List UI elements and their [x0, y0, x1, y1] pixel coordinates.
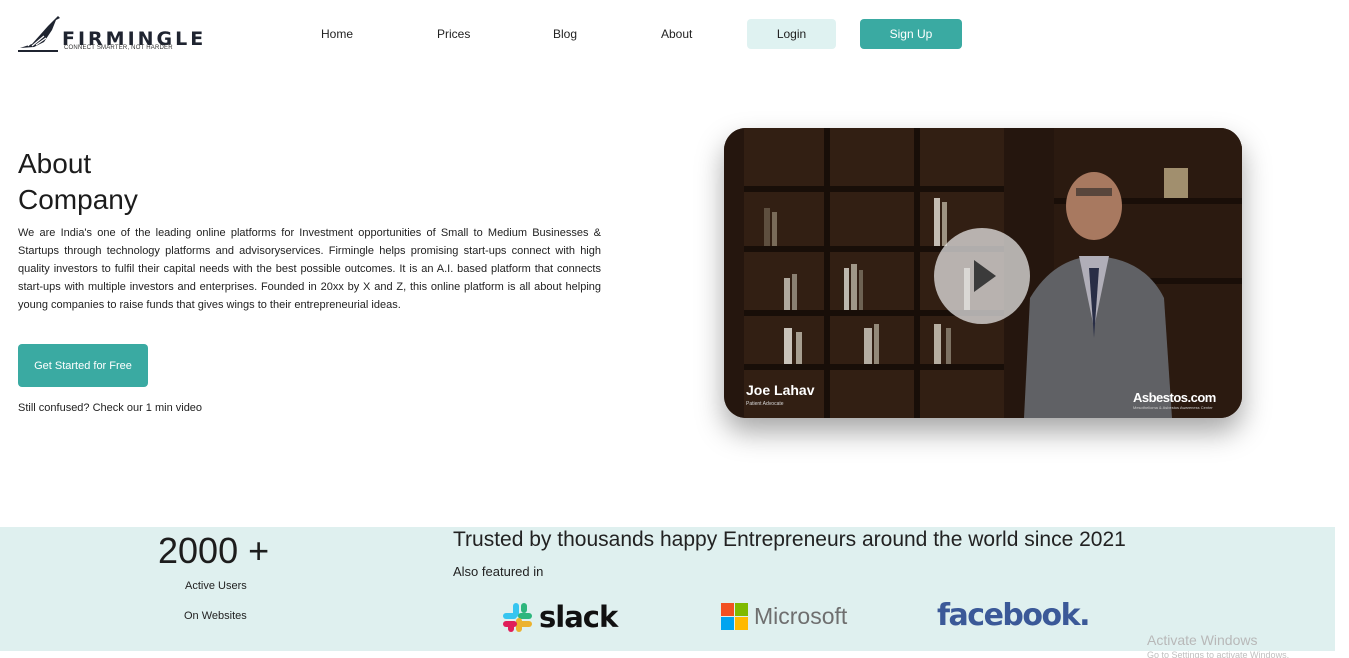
trusted-headline: Trusted by thousands happy Entrepreneurs… [453, 528, 1126, 551]
microsoft-logo: Microsoft [721, 603, 847, 630]
microsoft-wordmark: Microsoft [754, 603, 848, 629]
about-title-line2: Company [18, 184, 138, 215]
about-description: We are India's one of the leading online… [18, 227, 601, 311]
facebook-wordmark: facebook. [937, 598, 1090, 633]
brand-logo[interactable]: FIRMINGLE CONNECT SMARTER, NOT HARDER [18, 14, 208, 54]
video-hint-text: Still confused? Check our 1 min video [18, 402, 203, 414]
slack-wordmark: slack [539, 600, 618, 634]
microsoft-icon [721, 603, 748, 630]
users-sublabel: On Websites [184, 610, 247, 622]
slack-logo: slack [502, 600, 618, 634]
users-label: Active Users [185, 580, 247, 592]
signup-button[interactable]: Sign Up [860, 19, 962, 49]
nav-prices[interactable]: Prices [437, 27, 470, 41]
about-title-line1: About [18, 148, 92, 179]
bird-logo-icon [18, 16, 60, 52]
video-person-title: Patient Advocate [746, 401, 784, 407]
slack-icon [503, 602, 532, 632]
users-count: 2000 + [158, 530, 270, 571]
intro-video[interactable]: Joe Lahav Patient Advocate Asbestos.com … [724, 128, 1242, 418]
video-person-name: Joe Lahav [746, 382, 815, 398]
activate-windows-title: Activate Windows [1147, 632, 1258, 648]
play-button[interactable] [934, 228, 1030, 324]
featured-label: Also featured in [453, 564, 544, 579]
nav-blog[interactable]: Blog [553, 27, 577, 41]
login-button[interactable]: Login [747, 19, 836, 49]
get-started-button[interactable]: Get Started for Free [18, 344, 148, 387]
video-brand-sub: Mesothelioma & Asbestos Awareness Center [1133, 405, 1213, 410]
about-title: About Company [18, 146, 138, 218]
nav-home[interactable]: Home [321, 27, 353, 41]
brand-tagline: CONNECT SMARTER, NOT HARDER [64, 45, 173, 51]
video-brand: Asbestos.com [1133, 390, 1216, 405]
activate-windows-sub: Go to Settings to activate Windows. [1147, 650, 1290, 658]
play-icon [974, 260, 996, 292]
nav-about[interactable]: About [661, 27, 692, 41]
